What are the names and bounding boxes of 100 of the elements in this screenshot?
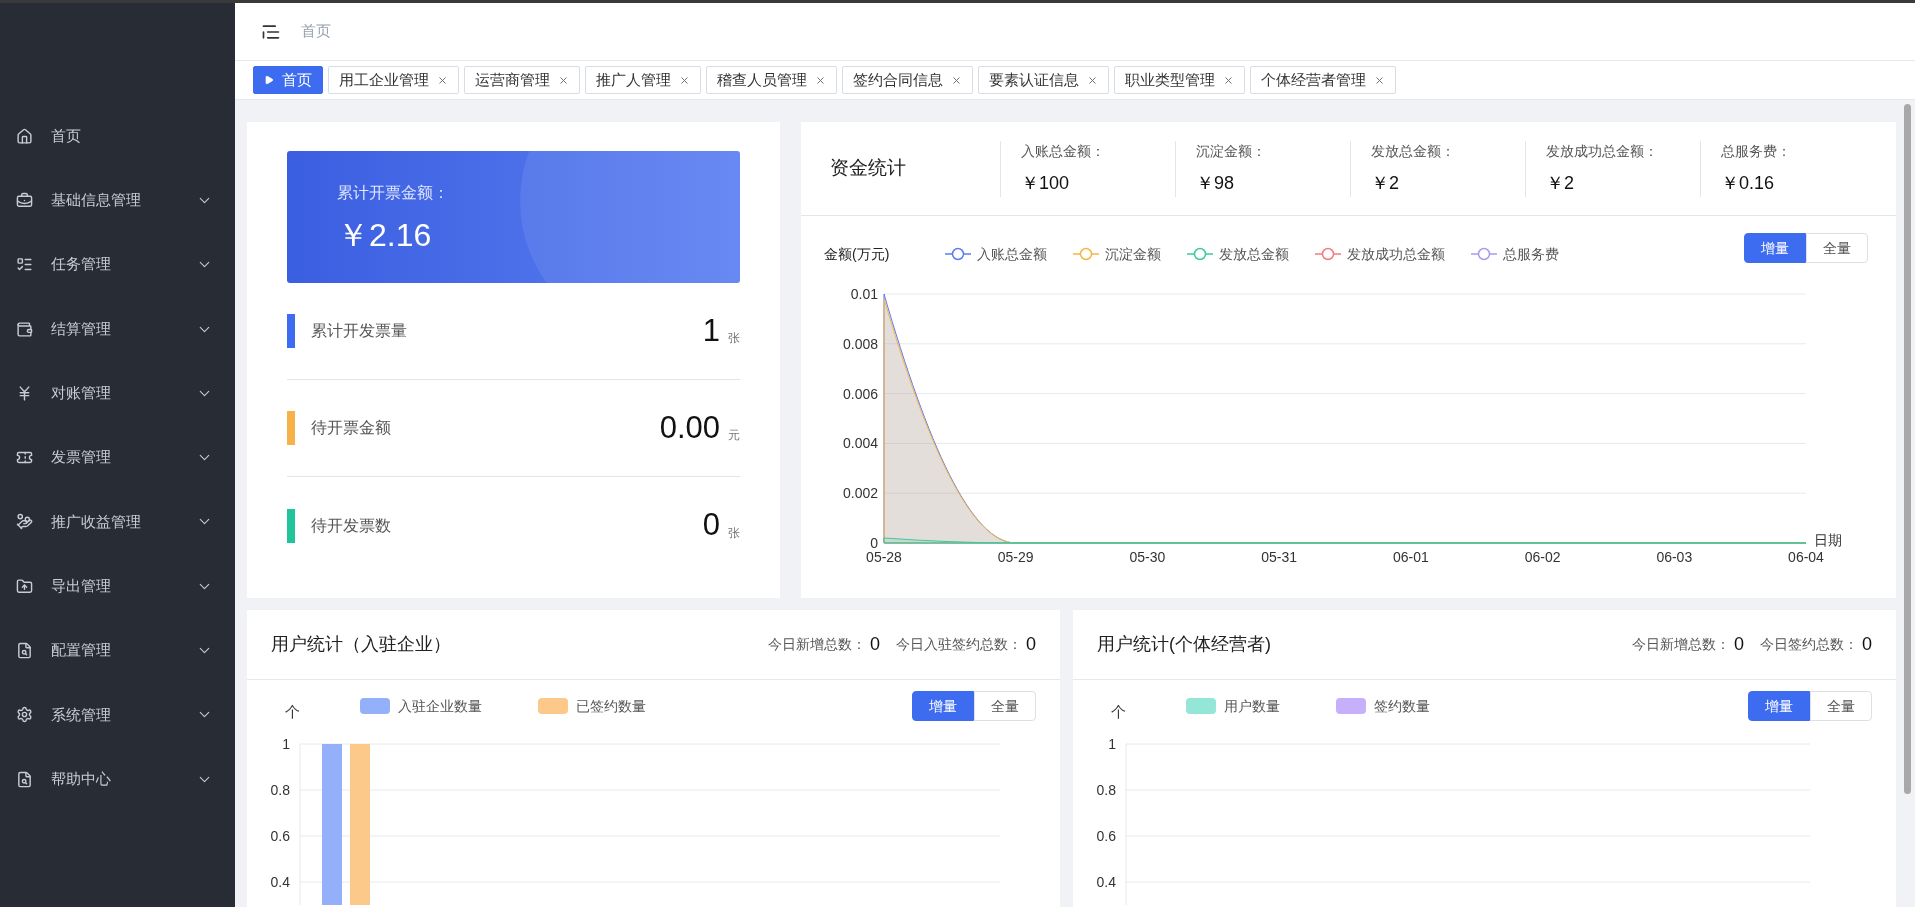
- legend-label: 发放总金额: [1219, 244, 1290, 264]
- tag-tab[interactable]: 要素认证信息: [978, 66, 1109, 94]
- stat-unit: 张: [728, 524, 740, 542]
- x-tick-label: 06-03: [1656, 549, 1693, 565]
- metric-label: 总服务费：: [1721, 141, 1792, 161]
- y-tick-label: 0.8: [1096, 782, 1116, 798]
- metric-value: ￥0.16: [1721, 171, 1776, 195]
- counter-value: 0: [1862, 633, 1872, 656]
- banner-value: ￥2.16: [337, 216, 433, 255]
- metric-label: 发放成功总金额：: [1546, 141, 1659, 161]
- sidebar-item[interactable]: 结算管理: [0, 296, 235, 362]
- y-tick-label: 0.4: [1096, 874, 1116, 890]
- counter-label: 今日新增总数：: [767, 635, 866, 654]
- x-axis-label: 日期: [1814, 532, 1842, 548]
- x-tick-label: 05-30: [1129, 549, 1166, 565]
- stat-unit: 张: [728, 330, 740, 347]
- toggle-tab[interactable]: 全量: [974, 691, 1036, 721]
- y-tick-label: 0.006: [842, 385, 878, 402]
- sidebar-item[interactable]: 基础信息管理: [0, 168, 235, 233]
- briefcase-icon: [16, 191, 33, 209]
- legend-label: 入驻企业数量: [398, 696, 482, 716]
- metric-value: ￥2: [1546, 171, 1575, 195]
- toggle-tab[interactable]: 增量: [1744, 233, 1806, 263]
- y-axis-label: 个: [1111, 701, 1126, 722]
- counter-label: 今日入驻签约总数：: [896, 635, 1022, 654]
- sidebar-item[interactable]: 配置管理: [0, 618, 235, 683]
- y-tick-label: 0.8: [270, 782, 290, 798]
- tag-tab[interactable]: 稽查人员管理: [706, 66, 837, 94]
- play-icon: [264, 75, 274, 85]
- legend-label: 入账总金额: [977, 244, 1048, 264]
- wallet-icon: [16, 320, 33, 338]
- close-icon[interactable]: [815, 74, 826, 86]
- sidebar-item[interactable]: 系统管理: [0, 682, 235, 747]
- close-icon[interactable]: [437, 74, 448, 86]
- metric-label: 沉淀金额：: [1196, 141, 1267, 161]
- sidebar-item[interactable]: 任务管理: [0, 232, 235, 297]
- counter-label: 今日签约总数：: [1760, 635, 1858, 654]
- counter-value: 0: [869, 633, 880, 656]
- x-tick-label: 06-01: [1392, 549, 1429, 565]
- card-title: 用户统计（入驻企业）: [271, 633, 452, 656]
- legend-label: 总服务费: [1503, 244, 1560, 264]
- toggle-tab[interactable]: 全量: [1810, 691, 1872, 721]
- folder-upload-icon: [16, 577, 33, 595]
- legend-label: 发放成功总金额: [1347, 244, 1446, 264]
- x-tick-label: 05-29: [997, 549, 1034, 565]
- y-tick-label: 0.6: [1096, 828, 1116, 844]
- stat-value: 0: [702, 506, 720, 545]
- counter-label: 今日新增总数：: [1631, 635, 1730, 654]
- counter-value: 0: [1733, 633, 1744, 656]
- x-tick-label: 06-04: [1788, 549, 1824, 565]
- y-tick-label: 0: [870, 535, 878, 551]
- stat-label: 待开发票数: [311, 515, 392, 536]
- metric-value: ￥98: [1196, 171, 1236, 195]
- metric-value: ￥2: [1371, 171, 1400, 195]
- sidebar-item[interactable]: 帮助中心: [0, 746, 235, 812]
- x-tick-label: 06-02: [1524, 549, 1561, 565]
- sidebar-item[interactable]: 发票管理: [0, 425, 235, 490]
- y-tick-label: 0.4: [270, 874, 290, 890]
- y-tick-label: 0.002: [842, 485, 878, 502]
- close-icon[interactable]: [1223, 74, 1234, 86]
- close-icon[interactable]: [679, 74, 690, 86]
- sidebar-item[interactable]: 导出管理: [0, 554, 235, 619]
- metric-label: 入账总金额：: [1021, 141, 1106, 161]
- stat-label: 待开票金额: [311, 418, 392, 438]
- tag-tab[interactable]: 职业类型管理: [1114, 66, 1245, 94]
- card-title: 资金统计: [830, 156, 907, 181]
- y-tick-label: 0.6: [270, 828, 290, 844]
- tag-tab[interactable]: 个体经营者管理: [1250, 66, 1396, 94]
- counter-value: 0: [1026, 633, 1036, 656]
- close-icon[interactable]: [1087, 74, 1098, 86]
- y-axis-label: 金额(万元): [824, 244, 890, 264]
- stat-value: 0.00: [659, 408, 720, 447]
- card-title: 用户统计(个体经营者): [1097, 633, 1272, 656]
- coins-icon: [16, 513, 33, 531]
- y-tick-label: 0.01: [850, 286, 878, 302]
- banner-label: 累计开票金额：: [337, 183, 450, 203]
- legend-label: 签约数量: [1374, 696, 1430, 716]
- sidebar-item[interactable]: 对账管理: [0, 361, 235, 426]
- toggle-tab[interactable]: 增量: [912, 691, 974, 721]
- legend-label: 沉淀金额: [1105, 244, 1162, 264]
- tag-tab[interactable]: 运营商管理: [464, 66, 580, 94]
- metric-value: ￥100: [1021, 171, 1071, 195]
- close-icon[interactable]: [558, 74, 569, 86]
- home-icon: [16, 127, 33, 145]
- tag-tab[interactable]: 推广人管理: [585, 66, 701, 94]
- toggle-tab[interactable]: 全量: [1806, 233, 1868, 263]
- gear-icon: [16, 706, 33, 724]
- tag-tab[interactable]: 用工企业管理: [328, 66, 459, 94]
- y-tick-label: 0.004: [842, 435, 878, 452]
- tag-tab[interactable]: 首页: [253, 66, 323, 94]
- y-tick-label: 1: [282, 736, 290, 752]
- close-icon[interactable]: [1374, 74, 1385, 86]
- tag-tab[interactable]: 签约合同信息: [842, 66, 973, 94]
- sidebar-item[interactable]: 推广收益管理: [0, 489, 235, 555]
- sidebar-item[interactable]: 首页: [0, 104, 235, 169]
- toggle-tab[interactable]: 增量: [1748, 691, 1810, 721]
- x-tick-label: 05-28: [866, 549, 902, 565]
- scrollbar[interactable]: [1904, 104, 1911, 794]
- close-icon[interactable]: [951, 74, 962, 86]
- x-tick-label: 05-31: [1261, 549, 1298, 565]
